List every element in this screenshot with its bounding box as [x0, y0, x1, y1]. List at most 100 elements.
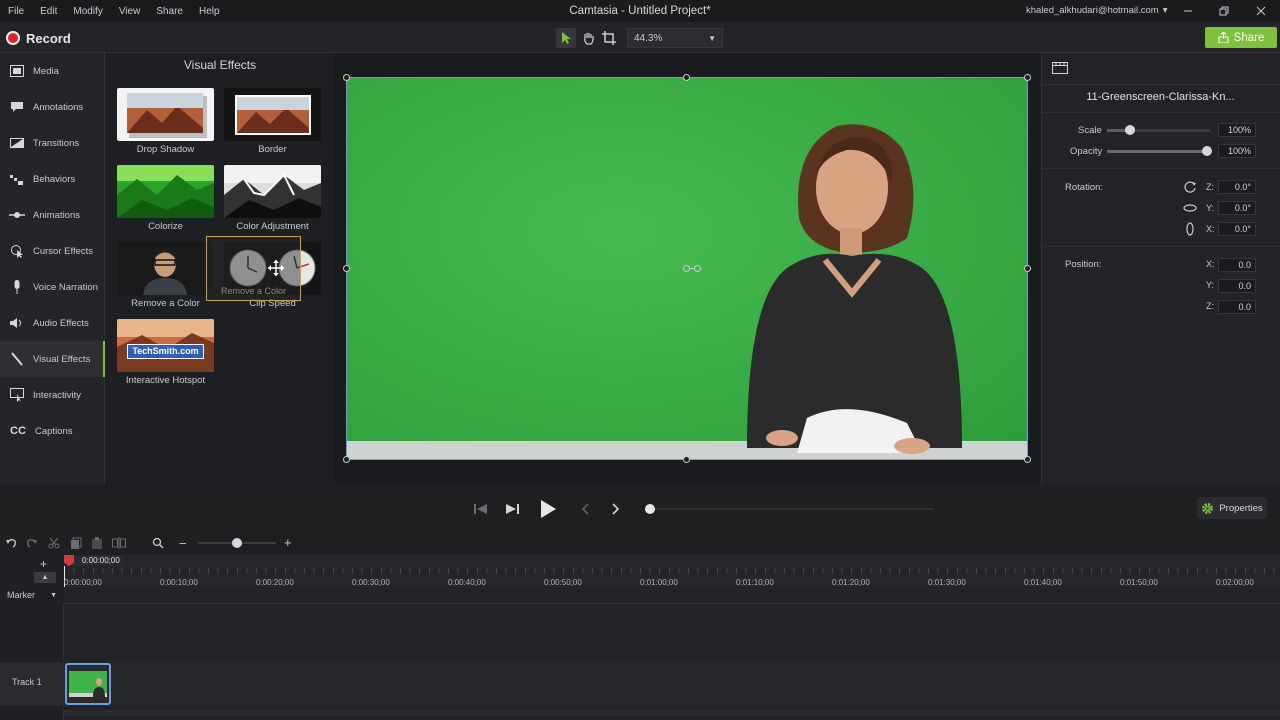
video-clip[interactable]: [65, 663, 111, 705]
effect-tile-drop-shadow[interactable]: Drop Shadow: [117, 88, 214, 155]
zoom-dropdown[interactable]: 44.3% ▼: [627, 28, 723, 48]
film-icon: [1052, 62, 1068, 74]
effect-tile-border[interactable]: Border: [224, 88, 321, 155]
playback-bar: [0, 485, 1280, 533]
rotate-z-icon: [1183, 180, 1197, 194]
cursor-effects-icon: [9, 244, 25, 258]
undo-button[interactable]: [5, 537, 17, 549]
cut-button[interactable]: [48, 537, 60, 549]
effect-tile-remove-a-color[interactable]: Remove a Color: [117, 242, 214, 309]
sidebar-item-visual-effects[interactable]: Visual Effects: [0, 341, 105, 377]
timeline-zoom-thumb[interactable]: [232, 538, 242, 548]
opacity-input[interactable]: 100%: [1218, 144, 1256, 158]
sidebar-item-audio-effects[interactable]: Audio Effects: [0, 305, 105, 341]
clip-name: 11-Greenscreen-Clarissa-Kn...: [1086, 91, 1235, 103]
visual-properties-tab[interactable]: [1052, 61, 1068, 75]
record-button[interactable]: Record: [6, 27, 71, 49]
menu-help[interactable]: Help: [191, 6, 228, 17]
select-tool-button[interactable]: [556, 28, 576, 48]
step-back-button[interactable]: [472, 499, 490, 519]
sidebar-item-transitions[interactable]: Transitions: [0, 125, 105, 161]
crop-tool-button[interactable]: [599, 28, 619, 48]
position-z-input[interactable]: 0.0: [1218, 300, 1256, 314]
position-y-input[interactable]: 0.0: [1218, 279, 1256, 293]
close-window-button[interactable]: [1243, 0, 1279, 22]
add-track-button[interactable]: +: [40, 557, 47, 571]
resize-handle[interactable]: [1024, 456, 1031, 463]
menu-modify[interactable]: Modify: [65, 6, 110, 17]
resize-handle[interactable]: [343, 265, 350, 272]
menu-view[interactable]: View: [111, 6, 149, 17]
marker-track-header[interactable]: Marker ▼: [0, 587, 64, 603]
rotate-y-icon: [1183, 201, 1197, 215]
effect-tile-color-adjustment[interactable]: Color Adjustment: [224, 165, 321, 232]
sidebar-item-annotations[interactable]: Annotations: [0, 89, 105, 125]
menu-file[interactable]: File: [0, 6, 32, 17]
rotation-z-input[interactable]: 0.0°: [1218, 180, 1256, 194]
resize-handle[interactable]: [683, 456, 690, 463]
scale-slider-thumb[interactable]: [1125, 125, 1135, 135]
collapse-tracks-button[interactable]: ▲: [34, 572, 56, 583]
sidebar-item-label: Visual Effects: [33, 353, 91, 365]
account-menu[interactable]: khaled_alkhudari@hotmail.com ▾: [1026, 0, 1167, 22]
timeline-scrollbar[interactable]: [64, 710, 1280, 716]
tick-label: 0:02:00;00: [1216, 578, 1254, 587]
rotation-y-input[interactable]: 0.0°: [1218, 201, 1256, 215]
scale-slider[interactable]: [1107, 125, 1211, 135]
track-1-lane[interactable]: [64, 662, 1280, 706]
redo-button[interactable]: [26, 537, 38, 549]
rotation-handle[interactable]: [683, 265, 701, 272]
position-x-input[interactable]: 0.0: [1218, 258, 1256, 272]
tick-label: 0:01:40;00: [1024, 578, 1062, 587]
opacity-slider[interactable]: [1107, 146, 1212, 156]
sidebar-item-label: Annotations: [33, 101, 84, 113]
resize-handle[interactable]: [1024, 74, 1031, 81]
menu-edit[interactable]: Edit: [32, 6, 65, 17]
copy-button[interactable]: [70, 537, 82, 549]
track-label: Track 1: [12, 677, 42, 687]
copy-icon: [71, 537, 82, 549]
paste-button[interactable]: [91, 537, 103, 549]
sidebar-item-media[interactable]: Media: [0, 53, 105, 89]
effect-label: Remove a Color: [131, 298, 200, 309]
next-button[interactable]: [607, 499, 625, 519]
sidebar-item-captions[interactable]: CC Captions: [0, 413, 105, 449]
sidebar-item-animations[interactable]: Animations: [0, 197, 105, 233]
rotation-x-input[interactable]: 0.0°: [1218, 222, 1256, 236]
timeline-zoom-slider[interactable]: [198, 538, 276, 548]
sidebar-item-voice-narration[interactable]: Voice Narration: [0, 269, 105, 305]
opacity-slider-thumb[interactable]: [1202, 146, 1212, 156]
playhead-time: 0:00:00;00: [66, 555, 124, 566]
effect-tile-colorize[interactable]: Colorize: [117, 165, 214, 232]
track-1-header[interactable]: Track 1: [0, 662, 64, 706]
sidebar-item-cursor-effects[interactable]: Cursor Effects: [0, 233, 105, 269]
sidebar-item-label: Behaviors: [33, 173, 76, 185]
sidebar-item-behaviors[interactable]: Behaviors: [0, 161, 105, 197]
resize-handle[interactable]: [343, 456, 350, 463]
resize-handle[interactable]: [683, 74, 690, 81]
split-button[interactable]: [112, 537, 126, 549]
minimize-button[interactable]: [1170, 0, 1206, 22]
menu-share[interactable]: Share: [148, 6, 191, 17]
previous-button[interactable]: [576, 499, 594, 519]
scrub-thumb[interactable]: [645, 504, 655, 514]
scrub-bar[interactable]: [645, 504, 934, 514]
pan-tool-button[interactable]: [578, 28, 598, 48]
tick-label: 0:00:30;00: [352, 578, 390, 587]
scale-input[interactable]: 100%: [1218, 123, 1256, 137]
share-button[interactable]: Share: [1205, 27, 1277, 48]
annotations-icon: [9, 100, 25, 114]
zoom-in-button[interactable]: +: [284, 535, 292, 550]
share-label: Share: [1233, 31, 1265, 44]
resize-handle[interactable]: [1024, 265, 1031, 272]
step-forward-button[interactable]: [503, 499, 521, 519]
resize-handle[interactable]: [343, 74, 350, 81]
play-button[interactable]: [536, 499, 560, 519]
properties-label: Properties: [1219, 502, 1263, 514]
zoom-to-fit-button[interactable]: [152, 537, 164, 549]
sidebar-item-interactivity[interactable]: Interactivity: [0, 377, 105, 413]
zoom-out-button[interactable]: −: [179, 536, 187, 551]
properties-button[interactable]: Properties: [1197, 497, 1267, 519]
restore-button[interactable]: [1206, 0, 1242, 22]
effect-tile-interactive-hotspot[interactable]: TechSmith.com Interactive Hotspot: [117, 319, 214, 386]
